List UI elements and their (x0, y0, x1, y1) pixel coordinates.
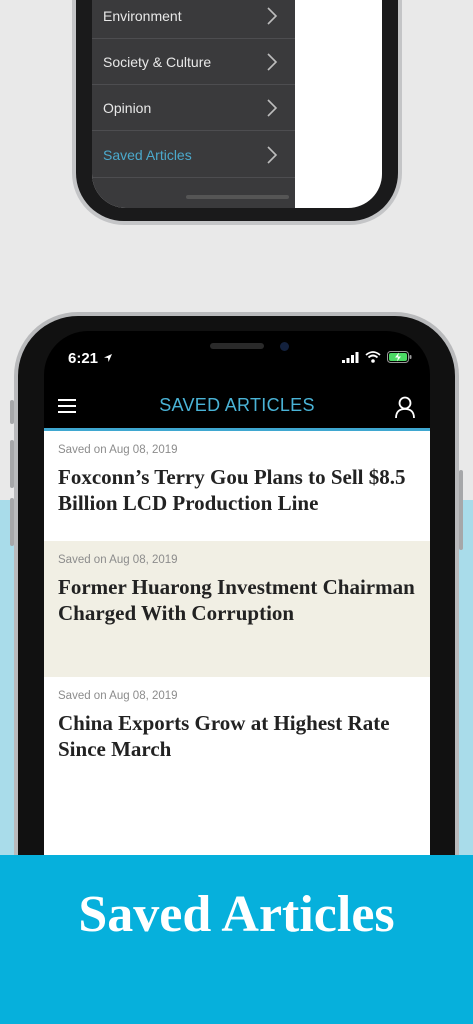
notch (130, 331, 344, 367)
side-menu: Environment Society & Culture Opinion Sa… (92, 0, 295, 208)
status-time: 6:21 (68, 350, 113, 367)
article-headline[interactable]: China Exports Grow at Highest Rate Since… (58, 710, 418, 762)
saved-date: Saved on Aug 08, 2019 (58, 444, 178, 456)
home-indicator (186, 195, 289, 199)
menu-item-label: Opinion (103, 99, 152, 116)
caption-banner: Saved Articles (0, 855, 473, 1024)
chevron-right-icon (267, 7, 278, 25)
signal-icon (342, 351, 359, 363)
user-account-icon[interactable] (394, 395, 416, 419)
app-bar: SAVED ARTICLES (44, 389, 430, 431)
article-item[interactable]: Saved on Aug 08, 2019 Foxconn’s Terry Go… (44, 431, 430, 541)
status-icons (342, 351, 412, 363)
menu-item-opinion[interactable]: Opinion (92, 85, 295, 131)
battery-charging-icon (387, 351, 412, 363)
earpiece (210, 343, 264, 349)
article-headline[interactable]: Former Huarong Investment Chairman Charg… (58, 574, 418, 626)
page-title: SAVED ARTICLES (159, 395, 315, 415)
main-screen: 6:21 SAVED ARTICLES Saved on Aug 08, 201… (44, 331, 430, 856)
location-arrow-icon (104, 354, 113, 362)
saved-articles-list: Saved on Aug 08, 2019 Foxconn’s Terry Go… (44, 431, 430, 856)
mute-switch (10, 400, 14, 424)
menu-item-label: Saved Articles (103, 146, 192, 163)
menu-item-saved-articles[interactable]: Saved Articles (92, 132, 295, 178)
article-headline[interactable]: Foxconn’s Terry Gou Plans to Sell $8.5 B… (58, 464, 418, 516)
menu-item-label: Society & Culture (103, 53, 212, 70)
top-phone-screen: Environment Society & Culture Opinion Sa… (92, 0, 382, 208)
article-item[interactable]: Saved on Aug 08, 2019 China Exports Grow… (44, 677, 430, 787)
wifi-icon (365, 351, 381, 363)
chevron-right-icon (267, 53, 278, 71)
saved-date: Saved on Aug 08, 2019 (58, 690, 178, 702)
chevron-right-icon (267, 146, 278, 164)
menu-item-society-culture[interactable]: Society & Culture (92, 39, 295, 85)
article-item[interactable]: Saved on Aug 08, 2019 Former Huarong Inv… (44, 541, 430, 677)
saved-date: Saved on Aug 08, 2019 (58, 554, 178, 566)
menu-item-label: Environment (103, 7, 182, 24)
menu-item-environment[interactable]: Environment (92, 0, 295, 39)
volume-down-button (10, 498, 14, 546)
camera-icon (280, 342, 289, 351)
volume-up-button (10, 440, 14, 488)
power-button (459, 470, 463, 550)
chevron-right-icon (267, 99, 278, 117)
caption-text: Saved Articles (78, 886, 395, 943)
